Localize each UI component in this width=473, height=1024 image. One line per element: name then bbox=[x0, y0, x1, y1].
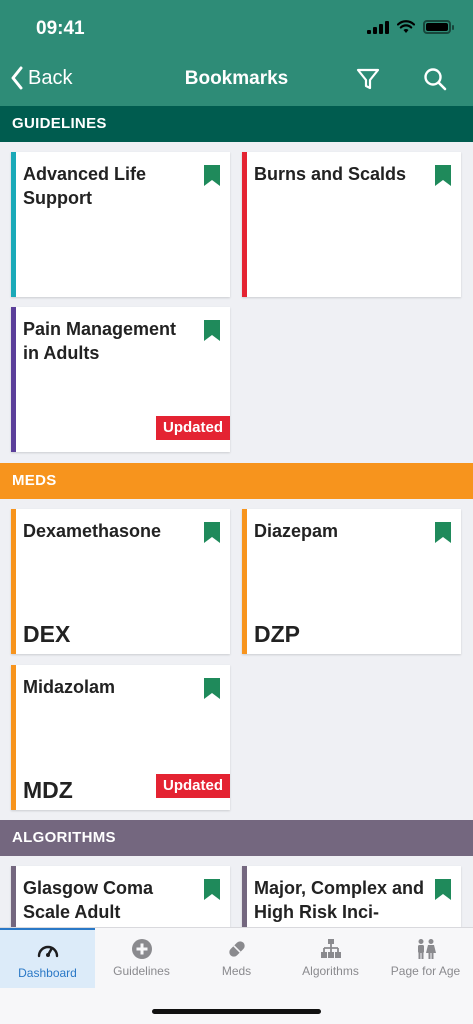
card-title: Dexamethasone bbox=[23, 521, 162, 541]
app-header: 09:41 Back Bookmarks bbox=[0, 0, 473, 106]
med-card-dexamethasone[interactable]: Dexamethasone DEX bbox=[11, 509, 230, 654]
card-title: Major, Complex and High Risk Inci- bbox=[254, 878, 425, 922]
card-title: Diazepam bbox=[254, 521, 339, 541]
guideline-card-advanced-life-support[interactable]: Advanced Life Support bbox=[11, 152, 230, 297]
card-title: Burns and Scalds bbox=[254, 164, 407, 184]
bookmark-icon[interactable] bbox=[204, 320, 220, 341]
tab-page-for-age[interactable]: Page for Age bbox=[378, 928, 473, 988]
home-indicator bbox=[152, 1009, 321, 1014]
med-card-midazolam[interactable]: Midazolam MDZ Updated bbox=[11, 665, 230, 810]
bookmark-icon[interactable] bbox=[204, 678, 220, 699]
pill-icon bbox=[228, 941, 245, 957]
tab-guidelines[interactable]: Guidelines bbox=[94, 928, 189, 988]
updated-badge: Updated bbox=[156, 774, 230, 798]
tab-algorithms[interactable]: Algorithms bbox=[283, 928, 378, 988]
section-header-algorithms: ALGORITHMS bbox=[0, 820, 473, 856]
plus-circle-icon bbox=[131, 939, 152, 959]
algorithm-card-glasgow-coma-scale[interactable]: Glasgow Coma Scale Adult bbox=[11, 866, 230, 927]
tab-dashboard[interactable]: Dashboard bbox=[0, 928, 95, 988]
cellular-signal-icon bbox=[367, 20, 389, 34]
tab-label: Algorithms bbox=[302, 964, 359, 978]
bookmark-icon[interactable] bbox=[435, 165, 451, 186]
status-icons bbox=[367, 20, 454, 34]
bookmark-icon[interactable] bbox=[435, 879, 451, 900]
tab-meds[interactable]: Meds bbox=[189, 928, 284, 988]
guideline-card-burns-and-scalds[interactable]: Burns and Scalds bbox=[242, 152, 461, 297]
wifi-icon bbox=[397, 20, 415, 33]
bookmark-icon[interactable] bbox=[435, 522, 451, 543]
card-title: Pain Management in Adults bbox=[23, 319, 177, 363]
tab-label: Meds bbox=[221, 964, 252, 978]
people-icon bbox=[417, 939, 436, 959]
tab-label: Dashboard bbox=[18, 966, 77, 980]
filter-icon[interactable] bbox=[355, 66, 381, 92]
section-header-meds: MEDS bbox=[0, 463, 473, 499]
updated-badge: Updated bbox=[156, 416, 230, 440]
med-code: DEX bbox=[23, 621, 71, 647]
flowchart-icon bbox=[320, 939, 341, 958]
bookmark-icon[interactable] bbox=[204, 165, 220, 186]
card-title: Glasgow Coma Scale Adult bbox=[23, 878, 154, 922]
med-code: MDZ bbox=[23, 777, 73, 803]
bookmark-icon[interactable] bbox=[204, 879, 220, 900]
guideline-card-pain-management[interactable]: Pain Management in Adults Updated bbox=[11, 307, 230, 452]
card-title: Midazolam bbox=[23, 677, 116, 697]
tab-label: Page for Age bbox=[390, 964, 461, 978]
card-title: Advanced Life Support bbox=[23, 164, 147, 208]
section-header-guidelines: GUIDELINES bbox=[0, 106, 473, 142]
search-icon[interactable] bbox=[422, 66, 448, 92]
gauge-icon bbox=[37, 945, 58, 958]
battery-icon bbox=[423, 20, 454, 34]
bookmark-icon[interactable] bbox=[204, 522, 220, 543]
med-code: DZP bbox=[254, 621, 300, 647]
tab-label: Guidelines bbox=[113, 964, 170, 978]
status-time: 09:41 bbox=[36, 18, 85, 39]
algorithm-card-major-incident[interactable]: Major, Complex and High Risk Inci- bbox=[242, 866, 461, 927]
med-card-diazepam[interactable]: Diazepam DZP bbox=[242, 509, 461, 654]
page-title: Bookmarks bbox=[184, 68, 289, 89]
